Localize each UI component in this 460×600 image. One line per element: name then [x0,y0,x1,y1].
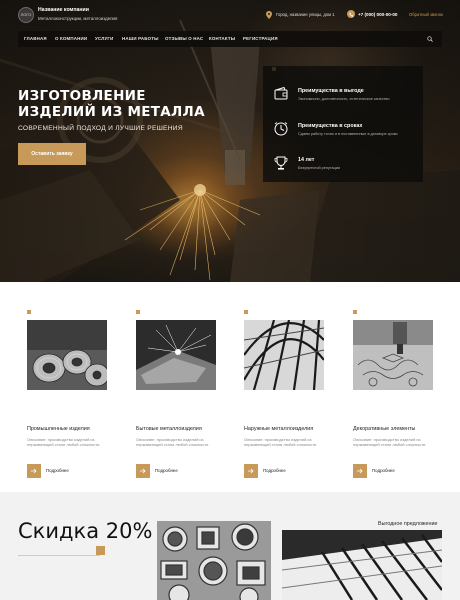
more-button[interactable] [27,464,41,478]
promo-section: Скидка 20% Выгодное предложение [0,492,460,600]
arrow-right-icon [31,468,37,474]
callback-link[interactable]: Обратный звонок [409,12,443,17]
nav-item-home[interactable]: ГЛАВНАЯ [24,31,47,47]
card-accent-dot [136,310,140,314]
search-icon[interactable] [427,36,433,42]
product-image-decorative[interactable] [353,320,433,390]
more-button[interactable] [353,464,367,478]
company-name: Название компании [38,7,89,13]
product-image-household[interactable] [136,320,216,390]
hero-title: ИЗГОТОВЛЕНИЕ ИЗДЕЛИЙ ИЗ МЕТАЛЛА [18,88,238,120]
products-section: Промышленные изделия Описание: производс… [0,282,460,492]
wallet-icon [274,86,288,100]
product-title[interactable]: Наружные металлоизделия [244,426,313,432]
advantage-item: Преимущества в выгоде Экономично, долгов… [263,84,423,118]
phone-icon [347,10,355,18]
product-card: Декоративные элементы Описание: производ… [353,310,448,478]
product-card: Наружные металлоизделия Описание: произв… [244,310,339,478]
advantage-item: Преимущества в сроках Сдаем работу точно… [263,119,423,153]
discount-title: Скидка 20% [18,519,153,543]
advantage-text: Безупречной репутации [298,166,341,170]
divider [18,555,100,556]
location-pin-icon [266,11,272,19]
product-description: Описание: производство изделий из нержав… [244,437,317,448]
product-card: Промышленные изделия Описание: производс… [27,310,122,478]
more-button[interactable] [244,464,258,478]
offer-label: Выгодное предложение [378,521,438,527]
product-title[interactable]: Промышленные изделия [27,426,90,432]
trophy-icon [274,156,288,170]
arrow-right-icon [140,468,146,474]
advantages-panel: Преимущества в выгоде Экономично, долгов… [263,66,423,182]
product-title[interactable]: Декоративные элементы [353,426,415,432]
product-description: Описание: производство изделий из нержав… [353,437,426,448]
product-image-industrial[interactable] [27,320,107,390]
product-title[interactable]: Бытовые металлоизделия [136,426,202,432]
top-bar: ЛОГО Название компании Металлоконструкци… [0,0,460,30]
nav-item-services[interactable]: УСЛУГИ [95,31,113,47]
request-button[interactable]: Оставить заявку [18,143,86,165]
product-description: Описание: производство изделий из нержав… [136,437,209,448]
advantage-text: Экономично, долговечность, эстетическое … [298,97,390,101]
product-image-outdoor[interactable] [244,320,324,390]
advantage-title: Преимущества в выгоде [298,88,364,94]
more-link[interactable]: Подробнее [155,468,178,473]
promo-image-construction [282,530,442,600]
company-tagline: Металлоконструкции, металлоизделия [38,15,118,21]
advantage-title: 14 лет [298,157,315,163]
product-card: Бытовые металлоизделия Описание: произво… [136,310,231,478]
clock-icon [274,122,288,136]
hero-title-line-2: ИЗДЕЛИЙ ИЗ МЕТАЛЛА [18,104,205,120]
nav-item-about[interactable]: О КОМПАНИИ [55,31,87,47]
card-accent-dot [27,310,31,314]
logo[interactable]: ЛОГО [18,7,34,23]
arrow-right-icon [248,468,254,474]
nav-item-works[interactable]: НАШИ РАБОТЫ [122,31,159,47]
more-link[interactable]: Подробнее [263,468,286,473]
hero-subtitle: СОВРЕМЕННЫЙ ПОДХОД И ЛУЧШИЕ РЕШЕНИЯ [18,125,183,132]
card-accent-dot [244,310,248,314]
address: Город, название улицы, дом 1 [276,12,335,17]
phone-number[interactable]: +7 (000) 000-00-00 [358,12,397,17]
advantage-item: 14 лет Безупречной репутации [263,153,423,187]
hero-title-line-1: ИЗГОТОВЛЕНИЕ [18,88,146,104]
nav-item-reviews[interactable]: ОТЗЫВЫ О НАС [165,31,203,47]
card-accent-dot [353,310,357,314]
more-button[interactable] [136,464,150,478]
nav-item-registration[interactable]: РЕГИСТРАЦИЯ [243,31,278,47]
nav-item-contacts[interactable]: КОНТАКТЫ [209,31,235,47]
arrow-right-icon [357,468,363,474]
promo-accent-square [96,546,105,555]
main-nav: ГЛАВНАЯ О КОМПАНИИ УСЛУГИ НАШИ РАБОТЫ ОТ… [18,31,442,47]
advantage-text: Сдаем работу точно и в поставленные в до… [298,132,398,136]
advantage-title: Преимущества в сроках [298,123,363,129]
more-link[interactable]: Подробнее [372,468,395,473]
promo-image-profiles [157,521,271,600]
more-link[interactable]: Подробнее [46,468,69,473]
product-description: Описание: производство изделий из нержав… [27,437,100,448]
